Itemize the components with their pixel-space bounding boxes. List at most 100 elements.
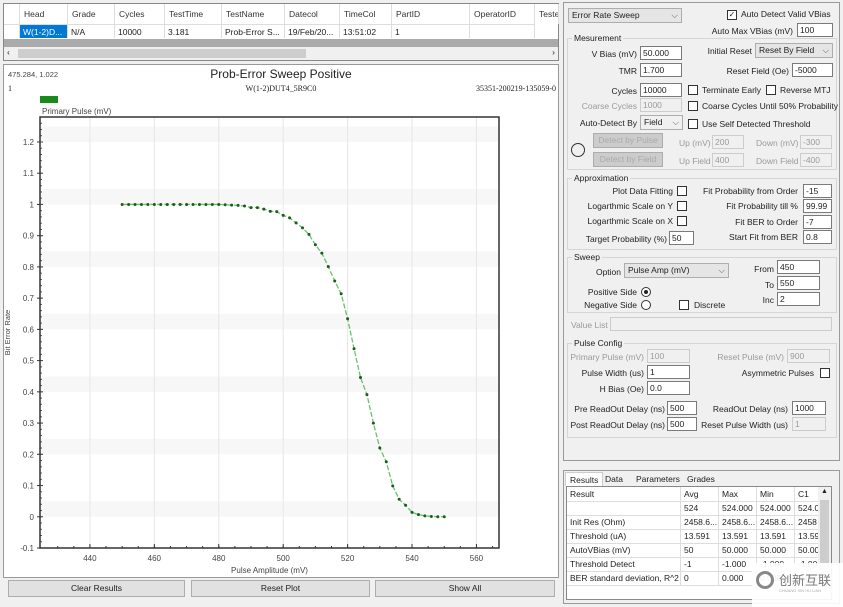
- from-input[interactable]: 450: [777, 260, 820, 274]
- measurement-title: Mesurement: [572, 33, 624, 43]
- col-c1[interactable]: C1: [795, 487, 820, 502]
- fit-ber-input[interactable]: -7: [803, 215, 832, 229]
- hbias-input[interactable]: 0.0: [647, 381, 690, 395]
- result-cell[interactable]: 2458.6...: [681, 516, 719, 530]
- to-input[interactable]: 550: [777, 276, 820, 290]
- cycles-input[interactable]: 10000: [640, 83, 682, 97]
- cycles-label: Cycles: [611, 86, 637, 96]
- result-cell[interactable]: 2458.6...: [757, 516, 795, 530]
- reset-pulse-width-input: 1: [792, 417, 826, 431]
- asymmetric-pulses-checkbox[interactable]: [820, 368, 830, 378]
- tab-grades[interactable]: Grades: [683, 472, 719, 486]
- value-list-input: [610, 317, 832, 331]
- col-min[interactable]: Min: [757, 487, 795, 502]
- result-cell[interactable]: 524.000: [719, 502, 757, 516]
- y-tick-label: 0.4: [23, 388, 35, 397]
- data-point: [288, 216, 292, 220]
- inc-input[interactable]: 2: [777, 292, 820, 306]
- result-cell[interactable]: -1: [681, 558, 719, 572]
- up-field-label: Up Field: [679, 156, 711, 166]
- reset-plot-button[interactable]: Reset Plot: [191, 580, 370, 597]
- log-y-label: Logarthmic Scale on Y: [587, 201, 673, 211]
- data-point: [320, 251, 324, 255]
- y-tick-label: 0.2: [23, 450, 35, 459]
- reset-field-input[interactable]: -5000: [792, 63, 833, 77]
- result-cell[interactable]: 524.000: [757, 502, 795, 516]
- use-self-threshold-checkbox[interactable]: [688, 119, 698, 129]
- status-indicator-icon: [571, 143, 585, 157]
- readout-delay-input[interactable]: 1000: [792, 401, 826, 415]
- vbias-input[interactable]: 50.000: [640, 46, 682, 60]
- post-readout-input[interactable]: 500: [667, 417, 697, 431]
- tmr-input[interactable]: 1.700: [640, 63, 682, 77]
- tab-parameters[interactable]: Parameters: [632, 472, 684, 486]
- pre-readout-input[interactable]: 500: [667, 401, 697, 415]
- result-cell[interactable]: BER standard deviation, R^2: [567, 572, 681, 586]
- data-point: [159, 202, 163, 206]
- result-cell[interactable]: Threshold (uA): [567, 530, 681, 544]
- pulse-config-title: Pulse Config: [572, 338, 625, 348]
- discrete-checkbox[interactable]: [679, 300, 689, 310]
- terminate-early-checkbox[interactable]: [688, 85, 698, 95]
- result-cell[interactable]: Init Res (Ohm): [567, 516, 681, 530]
- result-cell[interactable]: Threshold Detect: [567, 558, 681, 572]
- col-max[interactable]: Max: [719, 487, 757, 502]
- negative-side-radio[interactable]: [641, 300, 651, 310]
- auto-max-vbias-input[interactable]: 100: [797, 23, 833, 37]
- scrollbar-thumb[interactable]: [820, 500, 829, 570]
- result-cell[interactable]: Voltage of Certain Probabilit...: [567, 502, 681, 516]
- sweep-option-dropdown[interactable]: Pulse Amp (mV) ⌵: [624, 263, 729, 278]
- result-cell[interactable]: 0: [681, 572, 719, 586]
- from-label: From: [754, 264, 774, 274]
- y-tick-label: 0.8: [23, 263, 35, 272]
- data-point: [307, 232, 311, 236]
- grid-band: [40, 188, 499, 205]
- pulse-width-input[interactable]: 1: [647, 365, 690, 379]
- watermark-icon: [756, 571, 774, 589]
- result-cell[interactable]: 2458.6...: [719, 516, 757, 530]
- fit-from-input[interactable]: -15: [803, 184, 832, 198]
- plot-fit-checkbox[interactable]: [677, 186, 687, 196]
- result-cell[interactable]: 524: [681, 502, 719, 516]
- tab-results[interactable]: Results: [565, 472, 604, 486]
- x-tick-label: 460: [148, 554, 162, 563]
- result-cell[interactable]: 50: [681, 544, 719, 558]
- fit-till-input[interactable]: 99.99: [803, 199, 832, 213]
- start-fit-label: Start Fit from BER: [729, 232, 798, 242]
- col-result[interactable]: Result: [567, 487, 681, 502]
- y-tick-label: 0: [30, 513, 35, 522]
- chevron-down-icon: ⌵: [822, 45, 829, 55]
- grid-band: [40, 501, 499, 517]
- result-cell[interactable]: 2458: [795, 516, 820, 530]
- log-x-checkbox[interactable]: [677, 216, 687, 226]
- positive-side-radio[interactable]: [641, 287, 651, 297]
- result-cell[interactable]: 50.00: [795, 544, 820, 558]
- scroll-up-icon[interactable]: ▲: [821, 488, 828, 495]
- start-fit-input[interactable]: 0.8: [803, 230, 832, 244]
- clear-results-button[interactable]: Clear Results: [8, 580, 185, 597]
- result-cell[interactable]: 50.000: [719, 544, 757, 558]
- initial-reset-dropdown[interactable]: Reset By Field ⌵: [755, 43, 833, 58]
- result-cell[interactable]: 13.59: [795, 530, 820, 544]
- data-point: [429, 514, 433, 518]
- result-cell[interactable]: 524.0: [795, 502, 820, 516]
- auto-detect-by-dropdown[interactable]: Field ⌵: [640, 115, 683, 130]
- result-cell[interactable]: 13.591: [719, 530, 757, 544]
- log-y-checkbox[interactable]: [677, 201, 687, 211]
- data-point: [371, 421, 375, 425]
- sweep-title: Sweep: [572, 252, 602, 262]
- show-all-button[interactable]: Show All: [375, 580, 555, 597]
- error-rate-chart[interactable]: 440 460 480 500 520 540 560 -0.1 0 0.1 0.2 0.3 0.4 0.…: [0, 0, 560, 578]
- tab-data[interactable]: Data: [601, 472, 627, 486]
- result-cell[interactable]: AutoVBias (mV): [567, 544, 681, 558]
- result-cell[interactable]: 13.591: [681, 530, 719, 544]
- reverse-mtj-checkbox[interactable]: [766, 85, 776, 95]
- result-cell[interactable]: 13.591: [757, 530, 795, 544]
- col-avg[interactable]: Avg: [681, 487, 719, 502]
- result-cell[interactable]: 50.000: [757, 544, 795, 558]
- coarse-until-checkbox[interactable]: [688, 101, 698, 111]
- auto-detect-vbias-checkbox[interactable]: ✓: [727, 10, 737, 20]
- mode-dropdown[interactable]: Error Rate Sweep ⌵: [568, 8, 682, 23]
- data-point: [294, 221, 298, 225]
- y-tick-label: 1.2: [23, 138, 35, 147]
